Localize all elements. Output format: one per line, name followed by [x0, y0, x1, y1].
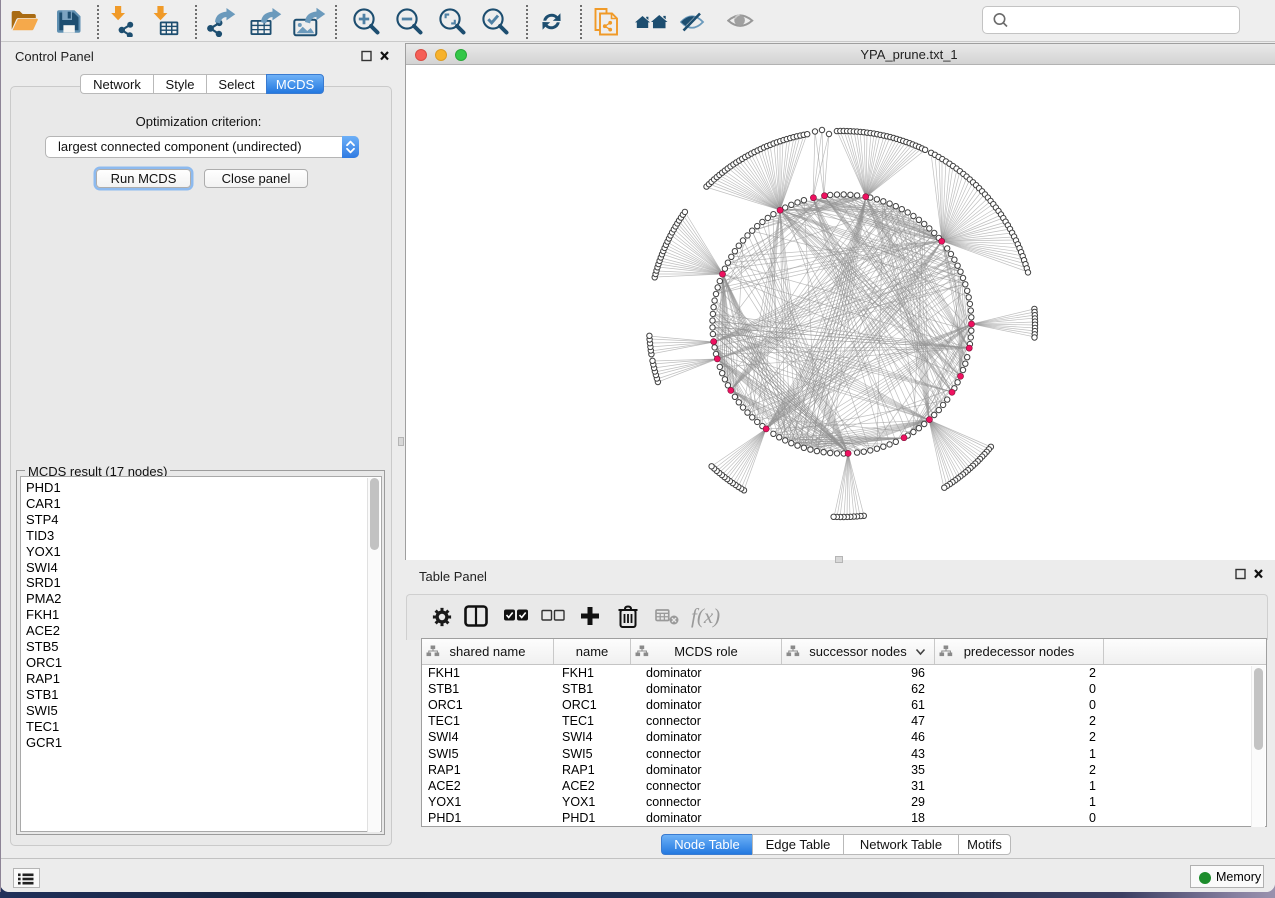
svg-text:f(x): f(x)	[691, 604, 720, 628]
